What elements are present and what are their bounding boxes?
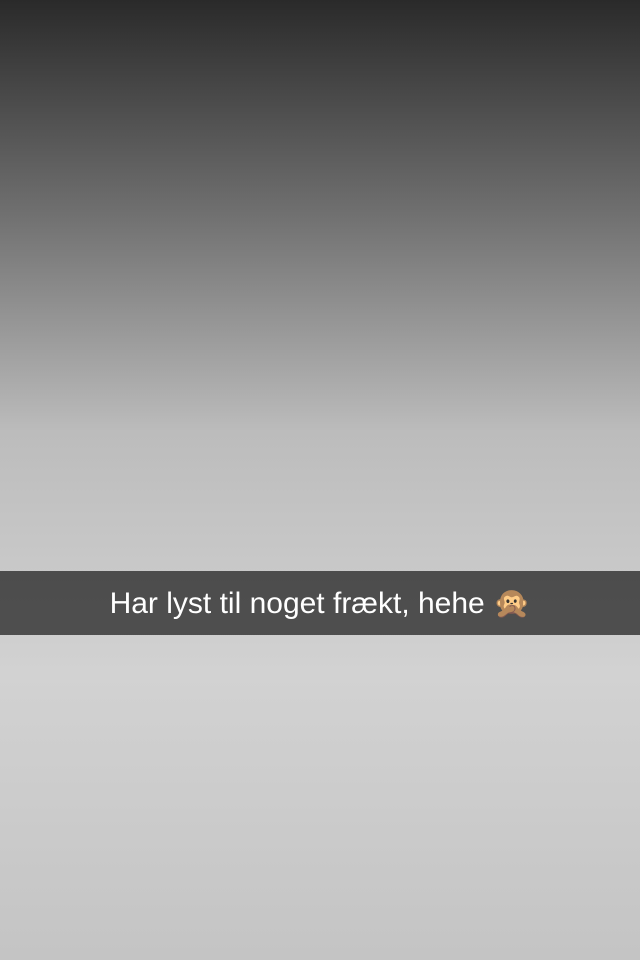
snap-view: Har lyst til noget frækt, hehe 🙊 [0, 0, 640, 960]
photo-placeholder [0, 0, 640, 960]
caption-bar: Har lyst til noget frækt, hehe 🙊 [0, 571, 640, 635]
caption-text: Har lyst til noget frækt, hehe 🙊 [109, 586, 531, 620]
